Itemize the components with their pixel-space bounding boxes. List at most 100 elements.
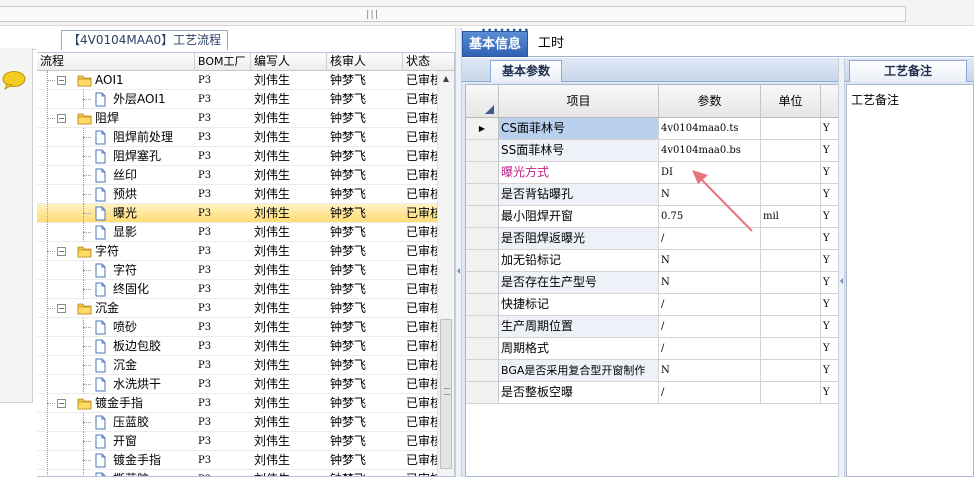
param-row[interactable]: BGA是否采用复合型开窗制作 N Y [466,360,838,382]
scroll-up-icon[interactable]: ▲ [438,71,454,87]
param-value-cell[interactable]: N [659,360,761,382]
row-header-cell[interactable] [466,184,499,206]
panel-splitter-right[interactable] [838,58,845,477]
param-value-cell[interactable]: / [659,294,761,316]
tree-step-row[interactable]: 撕蓝胶 P3刘伟生钟梦飞已审核 [37,470,437,476]
row-header-cell[interactable] [466,338,499,360]
tab-basic-params[interactable]: 基本参数 [490,60,562,82]
horizontal-scroll-track[interactable]: ||| [0,6,906,22]
param-row[interactable]: 曝光方式 DI Y [466,162,838,184]
row-header-cell[interactable] [466,382,499,404]
tree-step-row[interactable]: 水洗烘干 P3 刘伟生 钟梦飞 已审核 [37,375,437,394]
param-unit-cell[interactable] [761,294,821,316]
tree-step-row[interactable]: 沉金 P3 刘伟生 钟梦飞 已审核 [37,356,437,375]
column-header-flag[interactable] [821,85,838,118]
tree-step-row[interactable]: 丝印 P3 刘伟生 钟梦飞 已审核 [37,166,437,185]
row-header-cell[interactable] [466,228,499,250]
param-row[interactable]: 是否背钻曝孔 N Y [466,184,838,206]
tree-step-row[interactable]: 显影 P3 刘伟生 钟梦飞 已审核 [37,223,437,242]
param-value-cell[interactable]: DI [659,162,761,184]
tree-step-row[interactable]: 板边包胶 P3 刘伟生 钟梦飞 已审核 [37,337,437,356]
column-header-flow[interactable]: 流程 [37,53,195,71]
param-unit-cell[interactable] [761,140,821,162]
tree-step-row[interactable]: 开窗 P3 刘伟生 钟梦飞 已审核 [37,432,437,451]
tree-step-row[interactable]: 阻焊前处理 P3 刘伟生 钟梦飞 已审核 [37,128,437,147]
param-unit-cell[interactable] [761,250,821,272]
row-header-cell[interactable] [466,250,499,272]
row-header-cell[interactable] [466,206,499,228]
collapse-toggle-icon[interactable]: − [57,399,66,408]
param-unit-cell[interactable] [761,184,821,206]
param-value-cell[interactable]: N [659,272,761,294]
param-row[interactable]: ▶ CS面菲林号 4v0104maa0.ts Y [466,118,838,140]
collapse-toggle-icon[interactable]: − [57,114,66,123]
horizontal-scrollbar[interactable]: ||| [0,0,974,26]
param-value-cell[interactable]: 0.75 [659,206,761,228]
param-unit-cell[interactable] [761,360,821,382]
collapse-toggle-icon[interactable]: − [57,76,66,85]
param-unit-cell[interactable]: mil [761,206,821,228]
param-unit-cell[interactable] [761,162,821,184]
row-header-cell[interactable] [466,294,499,316]
collapse-arrow-icon[interactable] [457,268,460,274]
param-value-cell[interactable]: / [659,316,761,338]
tree-scroll-thumb[interactable] [440,319,452,469]
param-value-cell[interactable]: 4v0104maa0.ts [659,118,761,140]
column-header-author[interactable]: 编写人 [251,53,327,71]
tree-step-row[interactable]: 阻焊塞孔 P3 刘伟生 钟梦飞 已审核 [37,147,437,166]
param-row[interactable]: 周期格式 / Y [466,338,838,360]
row-header-cell[interactable] [466,316,499,338]
param-unit-cell[interactable] [761,272,821,294]
tree-step-row[interactable]: 压蓝胶 P3 刘伟生 钟梦飞 已审核 [37,413,437,432]
panel-splitter-left[interactable] [455,28,462,477]
param-row[interactable]: 最小阻焊开窗 0.75 mil Y [466,206,838,228]
param-unit-cell[interactable] [761,382,821,404]
tree-step-row[interactable]: 终固化 P3 刘伟生 钟梦飞 已审核 [37,280,437,299]
collapse-toggle-icon[interactable]: − [57,304,66,313]
tab-process-notes[interactable]: 工艺备注 [849,60,967,82]
row-header-cell[interactable] [466,140,499,162]
scroll-grip-icon[interactable]: ||| [365,10,379,20]
row-header-cell[interactable] [466,272,499,294]
tree-step-row[interactable]: 外层AOI1 P3 刘伟生 钟梦飞 已审核 [37,90,437,109]
row-header-cell[interactable] [466,162,499,184]
process-flow-tab[interactable]: 【4V0104MAA0】工艺流程 [61,30,229,50]
tree-step-row[interactable]: 镀金手指 P3 刘伟生 钟梦飞 已审核 [37,451,437,470]
column-header-item[interactable]: 项目 [499,85,659,118]
param-row[interactable]: 快捷标记 / Y [466,294,838,316]
tree-step-row[interactable]: 预烘 P3 刘伟生 钟梦飞 已审核 [37,185,437,204]
param-row[interactable]: 加无铅标记 N Y [466,250,838,272]
column-header-reviewer[interactable]: 核审人 [327,53,403,71]
tab-work-hours[interactable]: 工时 [532,31,570,57]
param-unit-cell[interactable] [761,316,821,338]
param-value-cell[interactable]: / [659,228,761,250]
param-row[interactable]: 是否整板空曝 / Y [466,382,838,404]
collapse-toggle-icon[interactable]: − [57,247,66,256]
process-notes-body[interactable]: 工艺备注 [846,84,974,477]
param-value-cell[interactable]: N [659,184,761,206]
tree-group-row[interactable]: − 镀金手指 P3 刘伟生 钟梦飞 已审核 [37,394,437,413]
param-row[interactable]: 是否存在生产型号 N Y [466,272,838,294]
tree-group-row[interactable]: − 沉金 P3 刘伟生 钟梦飞 已审核 [37,299,437,318]
thumb-grip-icon[interactable] [444,388,450,395]
column-header-param[interactable]: 参数 [659,85,761,118]
param-unit-cell[interactable] [761,228,821,250]
chat-bubble-icon[interactable] [2,70,26,90]
param-value-cell[interactable]: / [659,382,761,404]
param-row[interactable]: 是否阻焊返曝光 / Y [466,228,838,250]
collapse-arrow-icon[interactable] [840,278,843,284]
column-header-status[interactable]: 状态 [403,53,454,71]
tree-group-row[interactable]: − 字符 P3 刘伟生 钟梦飞 已审核 [37,242,437,261]
tab-basic-info[interactable]: •••••••• 基本信息 [462,27,529,57]
param-row[interactable]: SS面菲林号 4v0104maa0.bs Y [466,140,838,162]
row-header-cell[interactable] [466,360,499,382]
column-header-unit[interactable]: 单位 [761,85,821,118]
column-header-bom-factory[interactable]: BOM工厂 [195,53,251,71]
tree-group-row[interactable]: − 阻焊 P3 刘伟生 钟梦飞 已审核 [37,109,437,128]
tree-group-row[interactable]: − AOI1 P3 刘伟生 钟梦飞 已审核 [37,71,437,90]
param-unit-cell[interactable] [761,338,821,360]
param-value-cell[interactable]: N [659,250,761,272]
tree-step-row[interactable]: 曝光 P3 刘伟生 钟梦飞 已审核 [37,204,437,223]
param-value-cell[interactable]: 4v0104maa0.bs [659,140,761,162]
param-row[interactable]: 生产周期位置 / Y [466,316,838,338]
